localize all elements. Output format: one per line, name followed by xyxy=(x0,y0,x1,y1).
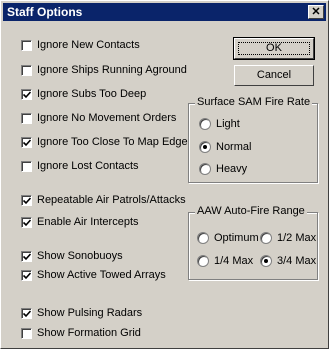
cancel-button-label: Cancel xyxy=(256,69,292,81)
radio-label: Heavy xyxy=(216,163,248,175)
radio-circle[interactable] xyxy=(199,118,211,130)
checkbox-box[interactable] xyxy=(21,216,32,228)
checkbox-show-sonobuoys[interactable]: Show Sonobuoys xyxy=(21,249,123,263)
checkbox-box[interactable] xyxy=(21,64,32,76)
checkmark-icon xyxy=(23,309,31,317)
radio-circle[interactable] xyxy=(260,232,272,244)
checkbox-label: Show Active Towed Arrays xyxy=(37,269,166,281)
checkbox-label: Ignore Subs Too Deep xyxy=(37,88,147,100)
close-button[interactable]: ✕ xyxy=(308,5,324,19)
checkmark-icon xyxy=(23,271,31,279)
staff-options-dialog: Staff Options ✕ Ignore New Contacts Igno… xyxy=(0,0,329,349)
radio-heavy[interactable]: Heavy xyxy=(199,162,247,176)
checkbox-label: Show Sonobuoys xyxy=(37,250,123,262)
checkbox-box[interactable] xyxy=(21,136,32,148)
radio-label: 1/4 Max xyxy=(214,255,254,267)
checkbox-label: Repeatable Air Patrols/Attacks xyxy=(37,194,186,206)
checkbox-ignore-subs-too-deep[interactable]: Ignore Subs Too Deep xyxy=(21,87,146,101)
checkbox-box[interactable] xyxy=(21,307,32,319)
window-title: Staff Options xyxy=(7,5,83,19)
checkbox-ignore-too-close-to-map-edge[interactable]: Ignore Too Close To Map Edge xyxy=(21,135,188,149)
group-title: AAW Auto-Fire Range xyxy=(195,205,307,217)
title-bar: Staff Options ✕ xyxy=(3,3,326,21)
ok-button[interactable]: OK xyxy=(233,37,315,60)
checkbox-ignore-ships-running-aground[interactable]: Ignore Ships Running Aground xyxy=(21,63,187,77)
checkbox-label: Enable Air Intercepts xyxy=(37,216,139,228)
checkbox-show-active-towed-arrays[interactable]: Show Active Towed Arrays xyxy=(21,268,166,282)
radio-circle[interactable] xyxy=(199,141,211,153)
radio-three-quarter-max[interactable]: 3/4 Max xyxy=(260,254,316,268)
checkbox-box[interactable] xyxy=(21,88,32,100)
checkbox-show-pulsing-radars[interactable]: Show Pulsing Radars xyxy=(21,306,142,320)
radio-label: 1/2 Max xyxy=(277,232,317,244)
checkbox-label: Ignore Too Close To Map Edge xyxy=(37,136,188,148)
radio-label: Optimum xyxy=(214,232,259,244)
checkbox-ignore-new-contacts[interactable]: Ignore New Contacts xyxy=(21,38,140,52)
radio-light[interactable]: Light xyxy=(199,117,240,131)
group-title: Surface SAM Fire Rate xyxy=(195,96,313,108)
checkbox-label: Ignore New Contacts xyxy=(37,39,140,51)
checkbox-repeatable-air-patrols[interactable]: Repeatable Air Patrols/Attacks xyxy=(21,193,186,207)
checkbox-box[interactable] xyxy=(21,269,32,281)
radio-quarter-max[interactable]: 1/4 Max xyxy=(197,254,253,268)
checkbox-label: Show Formation Grid xyxy=(37,327,141,339)
aaw-auto-fire-range-group: AAW Auto-Fire Range Optimum 1/2 Max 1/4 … xyxy=(188,205,318,280)
radio-circle[interactable] xyxy=(199,163,211,175)
checkmark-icon xyxy=(23,218,31,226)
checkbox-box[interactable] xyxy=(21,39,32,51)
radio-half-max[interactable]: 1/2 Max xyxy=(260,231,316,245)
checkbox-box[interactable] xyxy=(21,160,32,172)
radio-normal[interactable]: Normal xyxy=(199,140,251,154)
checkbox-label: Ignore Ships Running Aground xyxy=(37,64,187,76)
focus-rect xyxy=(238,42,310,55)
cancel-button[interactable]: Cancel xyxy=(234,65,314,86)
radio-dot-icon xyxy=(203,145,207,149)
surface-sam-fire-rate-group: Surface SAM Fire Rate Light Normal Heavy xyxy=(188,96,318,183)
radio-circle[interactable] xyxy=(260,255,272,267)
radio-circle[interactable] xyxy=(197,255,209,267)
checkbox-box[interactable] xyxy=(21,194,32,206)
checkmark-icon xyxy=(23,90,31,98)
checkmark-icon xyxy=(23,252,31,260)
checkbox-box[interactable] xyxy=(21,250,32,262)
radio-optimum[interactable]: Optimum xyxy=(197,231,259,245)
close-icon: ✕ xyxy=(311,6,321,18)
radio-label: Light xyxy=(216,118,240,130)
checkbox-box[interactable] xyxy=(21,112,32,124)
checkbox-ignore-no-movement-orders[interactable]: Ignore No Movement Orders xyxy=(21,111,176,125)
radio-label: 3/4 Max xyxy=(277,255,317,267)
checkbox-show-formation-grid[interactable]: Show Formation Grid xyxy=(21,326,141,340)
checkbox-label: Ignore Lost Contacts xyxy=(37,160,139,172)
checkbox-label: Ignore No Movement Orders xyxy=(37,112,177,124)
checkbox-enable-air-intercepts[interactable]: Enable Air Intercepts xyxy=(21,215,139,229)
checkmark-icon xyxy=(23,196,31,204)
radio-dot-icon xyxy=(264,259,268,263)
checkmark-icon xyxy=(23,138,31,146)
radio-circle[interactable] xyxy=(197,232,209,244)
checkbox-box[interactable] xyxy=(21,327,32,339)
radio-label: Normal xyxy=(216,141,252,153)
checkbox-label: Show Pulsing Radars xyxy=(37,307,143,319)
checkbox-ignore-lost-contacts[interactable]: Ignore Lost Contacts xyxy=(21,159,139,173)
